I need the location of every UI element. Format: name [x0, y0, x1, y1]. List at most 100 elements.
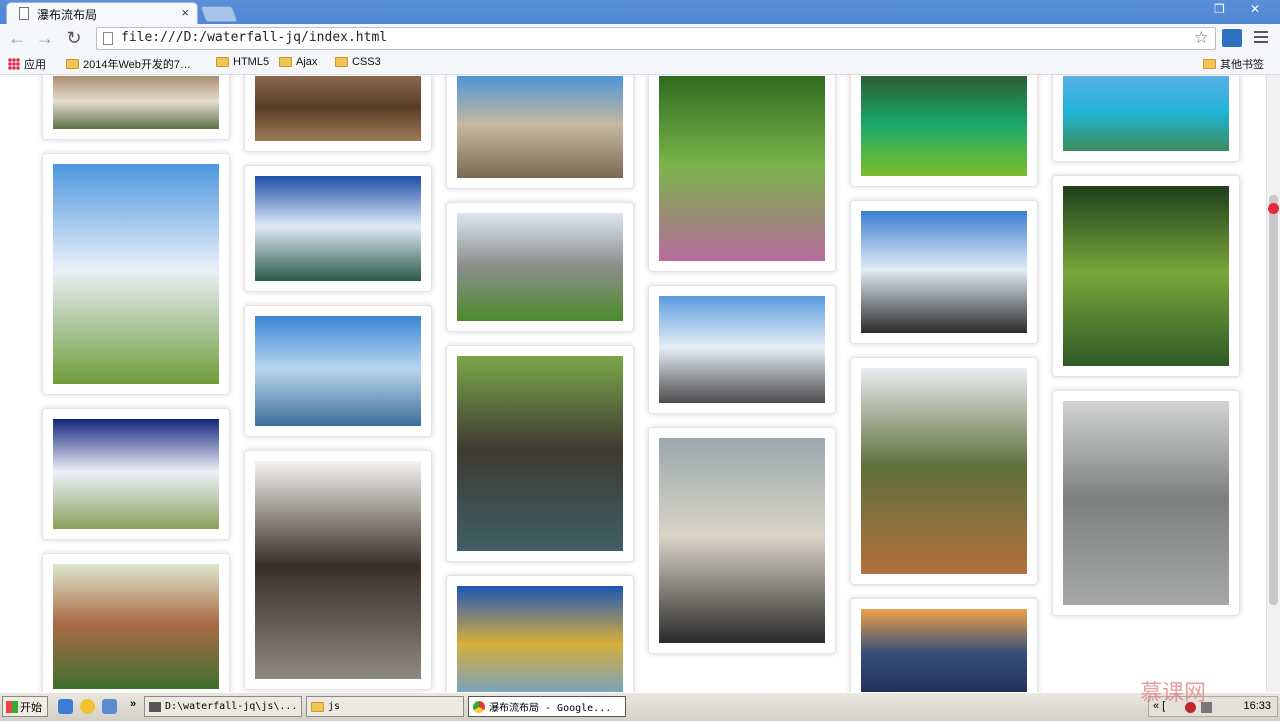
balancing-rock-photo — [1063, 401, 1229, 605]
bookmark-label: CSS3 — [352, 56, 381, 68]
new-tab-button[interactable] — [200, 6, 238, 22]
photo-card[interactable] — [244, 450, 432, 690]
page-icon — [103, 32, 113, 45]
bookmark-label: HTML5 — [233, 56, 270, 68]
ie-icon[interactable] — [58, 699, 73, 714]
folder-icon — [335, 57, 348, 67]
photo-card[interactable] — [244, 165, 432, 292]
lone-tree-lake-photo — [255, 316, 421, 426]
console-icon — [149, 701, 161, 712]
photo-card[interactable] — [42, 153, 230, 395]
lantern-street-photo — [255, 461, 421, 679]
quicklaunch-more-icon[interactable]: » — [130, 698, 136, 710]
extension-icon[interactable] — [1222, 29, 1242, 47]
bookmark-other[interactable]: 其他书签 — [1203, 56, 1264, 72]
gull-sculpture-photo — [861, 211, 1027, 333]
green-lake-photo — [861, 76, 1027, 176]
photo-card[interactable] — [446, 575, 634, 692]
bookmark-label: Ajax — [296, 56, 318, 68]
rice-terraces-photo — [659, 438, 825, 643]
wetland-photo — [53, 164, 219, 384]
photo-card[interactable] — [244, 75, 432, 152]
tropical-island-photo — [1063, 76, 1229, 151]
browser-toolbar: ← → ↻ file:///D:/waterfall-jq/index.html… — [0, 24, 1280, 54]
back-icon[interactable]: ← — [6, 27, 28, 49]
sunset-sea-photo — [861, 609, 1027, 692]
scrollbar-thumb[interactable] — [1269, 195, 1278, 605]
photo-card[interactable] — [648, 427, 836, 654]
photo-card[interactable] — [850, 357, 1038, 585]
village-path-photo — [53, 76, 219, 129]
bookmark-apps[interactable]: 应用 — [8, 56, 46, 72]
folder-icon — [311, 701, 324, 712]
castle-hill-photo — [53, 564, 219, 689]
tab-active[interactable]: 瀑布流布局 × — [6, 2, 198, 24]
photo-card[interactable] — [446, 202, 634, 332]
restore-icon[interactable]: ❐ — [1214, 2, 1225, 16]
bamboo-forest-photo — [1063, 186, 1229, 366]
bookmark-item[interactable]: 2014年Web开发的7… — [66, 56, 191, 72]
taskbar: 开始 » D:\waterfall-jq\js\... js 瀑布流布局 - G… — [0, 692, 1280, 721]
folder-icon — [279, 57, 292, 67]
apps-icon — [8, 58, 20, 70]
bookmark-item[interactable]: Ajax — [279, 56, 317, 68]
photo-card[interactable] — [42, 408, 230, 540]
photo-card[interactable] — [42, 75, 230, 140]
karst-lake-photo — [255, 176, 421, 281]
photo-card[interactable] — [850, 75, 1038, 187]
forest-steps-photo — [659, 76, 825, 261]
forward-icon[interactable]: → — [34, 27, 56, 49]
folder-icon — [216, 57, 229, 67]
reload-icon[interactable]: ↻ — [63, 27, 85, 49]
vertical-scrollbar[interactable] — [1266, 75, 1280, 692]
stone-forest-photo — [457, 213, 623, 321]
bookmark-item[interactable]: CSS3 — [335, 56, 381, 68]
bookmark-label: 应用 — [24, 59, 46, 71]
bookmarks-bar: 应用 2014年Web开发的7… HTML5 Ajax CSS3 其他书签 — [0, 54, 1280, 75]
chrome-icon — [473, 700, 485, 713]
menu-icon[interactable] — [1254, 28, 1268, 46]
title-bar: 瀑布流布局 × ❐ ✕ — [0, 0, 1280, 24]
photo-card[interactable] — [42, 553, 230, 692]
taskbar-window-button-active[interactable]: 瀑布流布局 - Google... — [468, 696, 626, 717]
bookmark-label: 2014年Web开发的7… — [83, 59, 192, 71]
bookmark-item[interactable]: HTML5 — [216, 56, 269, 68]
qq-icon[interactable] — [80, 699, 95, 714]
windows-logo-icon — [6, 700, 18, 713]
photo-card[interactable] — [446, 75, 634, 189]
photo-card[interactable] — [850, 200, 1038, 344]
folder-icon — [1203, 59, 1216, 69]
waterfall-container — [0, 75, 1266, 692]
photo-card[interactable] — [648, 75, 836, 272]
photo-card[interactable] — [1052, 75, 1240, 162]
bookmark-label: 其他书签 — [1220, 59, 1264, 71]
clock: 16:33 — [1243, 700, 1271, 712]
page-icon — [19, 7, 29, 20]
white-pagoda-photo — [53, 419, 219, 529]
canal-town-photo — [457, 356, 623, 551]
photo-card[interactable] — [1052, 175, 1240, 377]
browser-icon[interactable] — [102, 699, 117, 714]
photo-card[interactable] — [850, 598, 1038, 692]
close-window-icon[interactable]: ✕ — [1250, 2, 1260, 16]
url-text: file:///D:/waterfall-jq/index.html — [121, 30, 388, 45]
start-label: 开始 — [20, 701, 42, 714]
photo-card[interactable] — [244, 305, 432, 437]
gorge-river-photo — [861, 368, 1027, 574]
address-bar[interactable]: file:///D:/waterfall-jq/index.html ☆ — [96, 27, 1216, 50]
photo-card[interactable] — [446, 345, 634, 562]
photo-card[interactable] — [648, 285, 836, 414]
tab-title: 瀑布流布局 — [37, 8, 98, 22]
brown-ground-photo — [255, 76, 421, 141]
watermark-logo: 慕课网 — [1140, 681, 1207, 706]
window-label: D:\waterfall-jq\js\... — [165, 701, 298, 712]
taskbar-window-button[interactable]: js — [306, 696, 464, 717]
tab-close-icon[interactable]: × — [181, 5, 189, 20]
snow-hut-photo — [659, 296, 825, 403]
golden-tree-photo — [457, 586, 623, 692]
start-button[interactable]: 开始 — [2, 696, 48, 717]
photo-card[interactable] — [1052, 390, 1240, 616]
folder-icon — [66, 59, 79, 69]
bookmark-star-icon[interactable]: ☆ — [1194, 28, 1209, 48]
taskbar-window-button[interactable]: D:\waterfall-jq\js\... — [144, 696, 302, 717]
